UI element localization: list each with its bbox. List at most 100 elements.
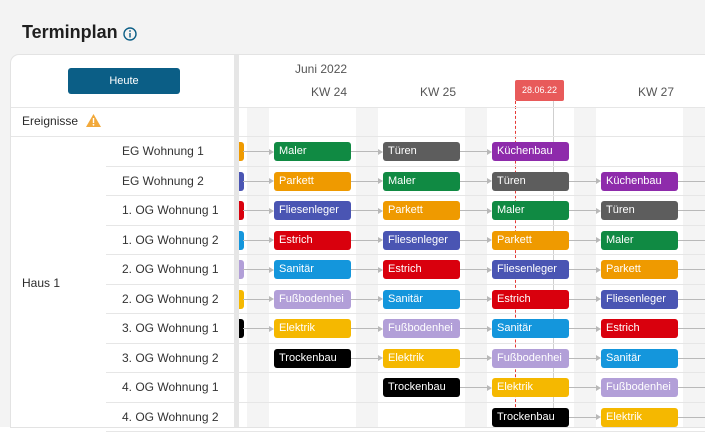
today-button[interactable]: Heute xyxy=(68,68,180,94)
dependency-line xyxy=(351,239,378,241)
task-bar[interactable]: Küchenbau xyxy=(601,171,678,191)
task-bar[interactable]: Parkett xyxy=(492,230,569,250)
task-bar[interactable]: Küchenbau xyxy=(492,142,569,161)
task-bar[interactable]: Estrich xyxy=(492,289,569,309)
task-bar[interactable]: Fliesenleger xyxy=(601,289,678,309)
task-bar[interactable]: Maler xyxy=(274,142,351,161)
row-divider xyxy=(11,136,705,137)
task-bar[interactable]: Trockenbau xyxy=(383,378,460,397)
dependency-line xyxy=(569,328,596,329)
task-bar[interactable]: Estrich xyxy=(383,260,460,279)
warning-icon[interactable] xyxy=(85,113,102,128)
dependency-line xyxy=(678,357,705,359)
dependency-line xyxy=(678,269,705,270)
task-bar[interactable]: Sanitär xyxy=(492,319,569,338)
dependency-line xyxy=(351,357,378,359)
dependency-line xyxy=(243,180,269,182)
week-label: KW 25 xyxy=(420,85,457,99)
task-bar[interactable]: Türen xyxy=(601,201,678,220)
row-label: 3. OG Wohnung 1 xyxy=(122,321,219,335)
task-bar[interactable]: Fußbodenhei xyxy=(383,319,460,338)
dependency-line xyxy=(460,328,487,329)
dependency-line xyxy=(351,269,378,270)
dependency-line xyxy=(678,210,705,211)
dependency-line xyxy=(678,328,705,329)
row-divider xyxy=(106,165,705,167)
task-bar[interactable]: Elektrik xyxy=(601,407,678,427)
row-divider xyxy=(106,224,705,226)
dependency-line xyxy=(351,210,378,211)
dependency-line xyxy=(460,210,487,211)
row-divider xyxy=(106,195,705,196)
dependency-line xyxy=(460,239,487,241)
row-label: EG Wohnung 2 xyxy=(122,173,204,188)
dependency-line xyxy=(460,357,487,359)
task-bar[interactable]: Fliesenleger xyxy=(492,260,569,279)
dependency-line xyxy=(678,298,705,300)
dependency-line xyxy=(243,239,269,241)
task-bar[interactable]: Maler xyxy=(601,230,678,250)
task-bar[interactable]: Elektrik xyxy=(383,348,460,368)
row-label: 3. OG Wohnung 2 xyxy=(122,350,219,365)
dependency-line xyxy=(569,239,596,241)
task-bar[interactable]: Fußbodenhei xyxy=(492,348,569,368)
grid-column xyxy=(465,107,487,427)
grid-column xyxy=(574,107,596,427)
task-bar[interactable]: Fußbodenhei xyxy=(601,378,678,397)
task-bar[interactable]: Estrich xyxy=(274,230,351,250)
row-divider xyxy=(106,372,705,373)
dependency-line xyxy=(460,180,487,182)
task-bar[interactable]: Trockenbau xyxy=(492,407,569,427)
dependency-line xyxy=(351,151,378,152)
dependency-line xyxy=(460,269,487,270)
row-divider xyxy=(106,342,705,344)
row-divider xyxy=(106,283,705,285)
task-bar[interactable]: Elektrik xyxy=(274,319,351,338)
today-marker: 28.06.22 xyxy=(515,80,564,101)
grid-column xyxy=(683,107,705,427)
grid-column xyxy=(247,107,269,427)
row-label: 4. OG Wohnung 2 xyxy=(122,409,219,424)
task-bar[interactable]: Sanitär xyxy=(274,260,351,279)
dependency-line xyxy=(678,416,705,418)
dependency-line xyxy=(243,210,269,211)
task-bar[interactable]: Türen xyxy=(492,171,569,191)
row-label: 1. OG Wohnung 1 xyxy=(122,203,219,217)
row-divider xyxy=(11,107,705,108)
dependency-line xyxy=(569,269,596,270)
row-label: 1. OG Wohnung 2 xyxy=(122,232,219,247)
row-divider xyxy=(106,401,705,403)
task-bar[interactable]: Fliesenleger xyxy=(383,230,460,250)
task-bar[interactable]: Trockenbau xyxy=(274,348,351,368)
week-label: KW 24 xyxy=(311,85,348,99)
task-bar[interactable]: Parkett xyxy=(274,171,351,191)
row-label: 2. OG Wohnung 2 xyxy=(122,291,219,306)
dependency-line xyxy=(678,180,705,182)
group-label: Haus 1 xyxy=(22,276,61,290)
task-bar[interactable]: Maler xyxy=(383,171,460,191)
info-icon[interactable] xyxy=(123,27,137,41)
task-bar[interactable]: Parkett xyxy=(601,260,678,279)
month-label: Juni 2022 xyxy=(295,62,348,76)
task-bar[interactable]: Parkett xyxy=(383,201,460,220)
row-label: 2. OG Wohnung 1 xyxy=(122,262,219,276)
row-divider xyxy=(106,254,705,255)
task-bar[interactable]: Sanitär xyxy=(601,348,678,368)
dependency-line xyxy=(351,180,378,182)
dependency-line xyxy=(678,239,705,241)
week-label: KW 27 xyxy=(638,85,675,99)
dependency-line xyxy=(569,180,596,182)
task-bar[interactable]: Fliesenleger xyxy=(274,201,351,220)
row-divider xyxy=(106,313,705,314)
task-bar[interactable]: Estrich xyxy=(601,319,678,338)
task-bar[interactable]: Fußbodenhei xyxy=(274,289,351,309)
task-bar[interactable]: Sanitär xyxy=(383,289,460,309)
task-bar[interactable]: Maler xyxy=(492,201,569,220)
task-bar[interactable]: Elektrik xyxy=(492,378,569,397)
dependency-line xyxy=(351,328,378,329)
row-label: 4. OG Wohnung 1 xyxy=(122,380,219,394)
dependency-line xyxy=(569,210,596,211)
task-bar[interactable]: Türen xyxy=(383,142,460,161)
dependency-line xyxy=(460,151,487,152)
dependency-line xyxy=(243,269,269,270)
